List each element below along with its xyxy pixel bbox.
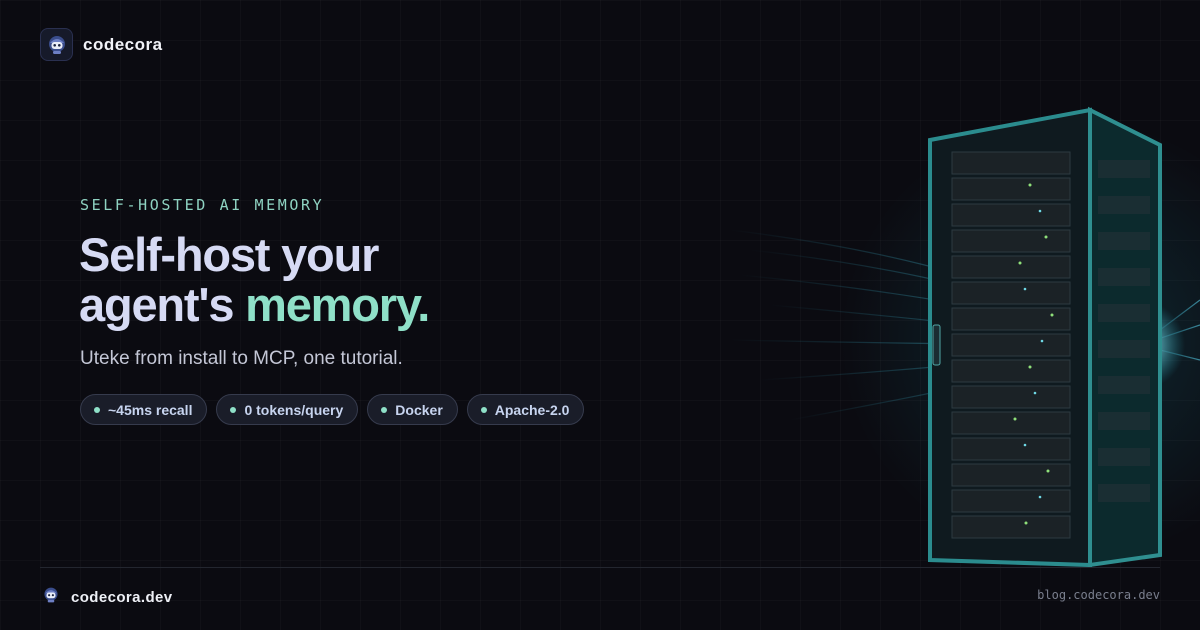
server-rack-icon: [730, 106, 1200, 568]
feature-pill-license: Apache-2.0: [466, 394, 585, 425]
robot-mascot-icon: [42, 586, 60, 609]
pill-label: Docker: [395, 401, 443, 418]
pill-label: 0 tokens/query: [244, 401, 344, 418]
footer-divider: [40, 567, 1160, 568]
feature-pill-tokens: 0 tokens/query: [216, 394, 359, 425]
footer-brand[interactable]: codecora.dev: [42, 586, 173, 609]
footer-brand-name: codecora.dev: [71, 589, 173, 606]
dot-icon: [480, 406, 487, 413]
dot-icon: [94, 406, 100, 413]
pill-label: ~45ms recall: [108, 401, 193, 418]
feature-pill-recall: ~45ms recall: [80, 394, 208, 425]
headline-line-1: Self-host your: [79, 228, 379, 281]
subtitle: Uteke from install to MCP, one tutorial.: [80, 348, 403, 369]
header-brand[interactable]: codecora: [40, 28, 163, 61]
feature-pills: ~45ms recall 0 tokens/query Docker Apach…: [80, 394, 585, 425]
pill-label: Apache-2.0: [494, 401, 570, 418]
headline-accent: memory.: [245, 278, 430, 331]
footer-url[interactable]: blog.codecora.dev: [1037, 588, 1160, 602]
eyebrow-label: SELF-HOSTED AI MEMORY: [80, 196, 325, 214]
dot-icon: [230, 406, 237, 413]
dot-icon: [381, 406, 388, 413]
page-title: Self-host your agent's memory.: [79, 228, 430, 331]
brand-name: codecora: [83, 34, 163, 54]
headline-line-2-prefix: agent's: [79, 278, 234, 331]
feature-pill-docker: Docker: [367, 394, 458, 425]
robot-mascot-icon: [40, 28, 73, 61]
